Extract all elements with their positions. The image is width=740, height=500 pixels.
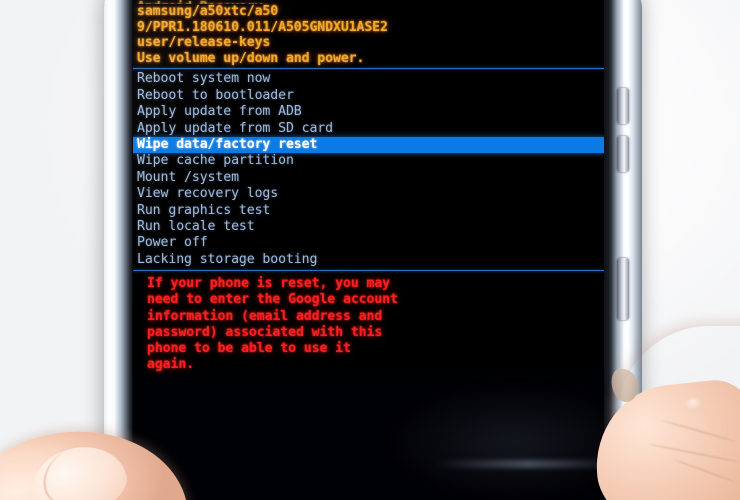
- menu-item-run-graphics-test[interactable]: Run graphics test: [137, 203, 606, 219]
- screenshot-scene: Android Recovery samsung/a50xtc/a50 9/PP…: [0, 0, 740, 500]
- warning-line-4: password) associated with this: [147, 324, 383, 340]
- menu-item-reboot-to-bootloader[interactable]: Reboot to bootloader: [137, 88, 606, 104]
- header-line-keys: user/release-keys: [137, 35, 271, 51]
- warning-line-6: again.: [147, 357, 195, 373]
- header-title-clipped: Android Recovery: [137, 0, 606, 4]
- recovery-header: Android Recovery samsung/a50xtc/a50 9/PP…: [133, 0, 606, 66]
- frp-warning-block: If your phone is reset, you may need to …: [133, 273, 606, 373]
- menu-item-run-locale-test[interactable]: Run locale test: [137, 219, 606, 235]
- divider-top: [133, 68, 606, 70]
- header-line-build: 9/PPR1.180610.011/A505GNDXU1ASE2: [137, 19, 388, 35]
- volume-down-button[interactable]: [617, 136, 629, 172]
- menu-item-lacking-storage-booting[interactable]: Lacking storage booting: [137, 252, 606, 268]
- android-recovery-console: Android Recovery samsung/a50xtc/a50 9/PP…: [133, 0, 606, 373]
- power-button[interactable]: [617, 258, 629, 320]
- menu-item-view-recovery-logs[interactable]: View recovery logs: [137, 186, 606, 202]
- menu-item-power-off[interactable]: Power off: [137, 235, 606, 251]
- volume-up-button[interactable]: [617, 88, 629, 124]
- warning-line-2: need to enter the Google account: [147, 292, 398, 308]
- phone-rail-left-highlight: [110, 0, 117, 500]
- menu-item-mount-system[interactable]: Mount /system: [137, 170, 606, 186]
- screen-reflection-upper: [383, 382, 606, 500]
- divider-bottom: [133, 270, 606, 272]
- menu-item-wipe-cache-partition[interactable]: Wipe cache partition: [137, 153, 606, 169]
- header-line-device: samsung/a50xtc/a50: [137, 4, 279, 19]
- recovery-menu[interactable]: Reboot system now Reboot to bootloader A…: [133, 71, 606, 268]
- menu-item-apply-update-from-sd-card[interactable]: Apply update from SD card: [137, 121, 606, 137]
- menu-item-wipe-data-factory-reset[interactable]: Wipe data/factory reset: [133, 137, 606, 154]
- header-line-instructions: Use volume up/down and power.: [137, 50, 365, 66]
- screen-reflection-streak: [433, 460, 606, 468]
- menu-item-apply-update-from-adb[interactable]: Apply update from ADB: [137, 104, 606, 120]
- phone-screen[interactable]: Android Recovery samsung/a50xtc/a50 9/PP…: [133, 0, 606, 500]
- warning-line-5: phone to be able to use it: [147, 341, 351, 357]
- phone-rail-left: [104, 0, 132, 500]
- warning-line-1: If your phone is reset, you may: [147, 276, 391, 292]
- right-hand-knuckle: [686, 398, 702, 410]
- warning-line-3: information (email address and: [147, 308, 383, 324]
- menu-item-reboot-system-now[interactable]: Reboot system now: [137, 71, 606, 87]
